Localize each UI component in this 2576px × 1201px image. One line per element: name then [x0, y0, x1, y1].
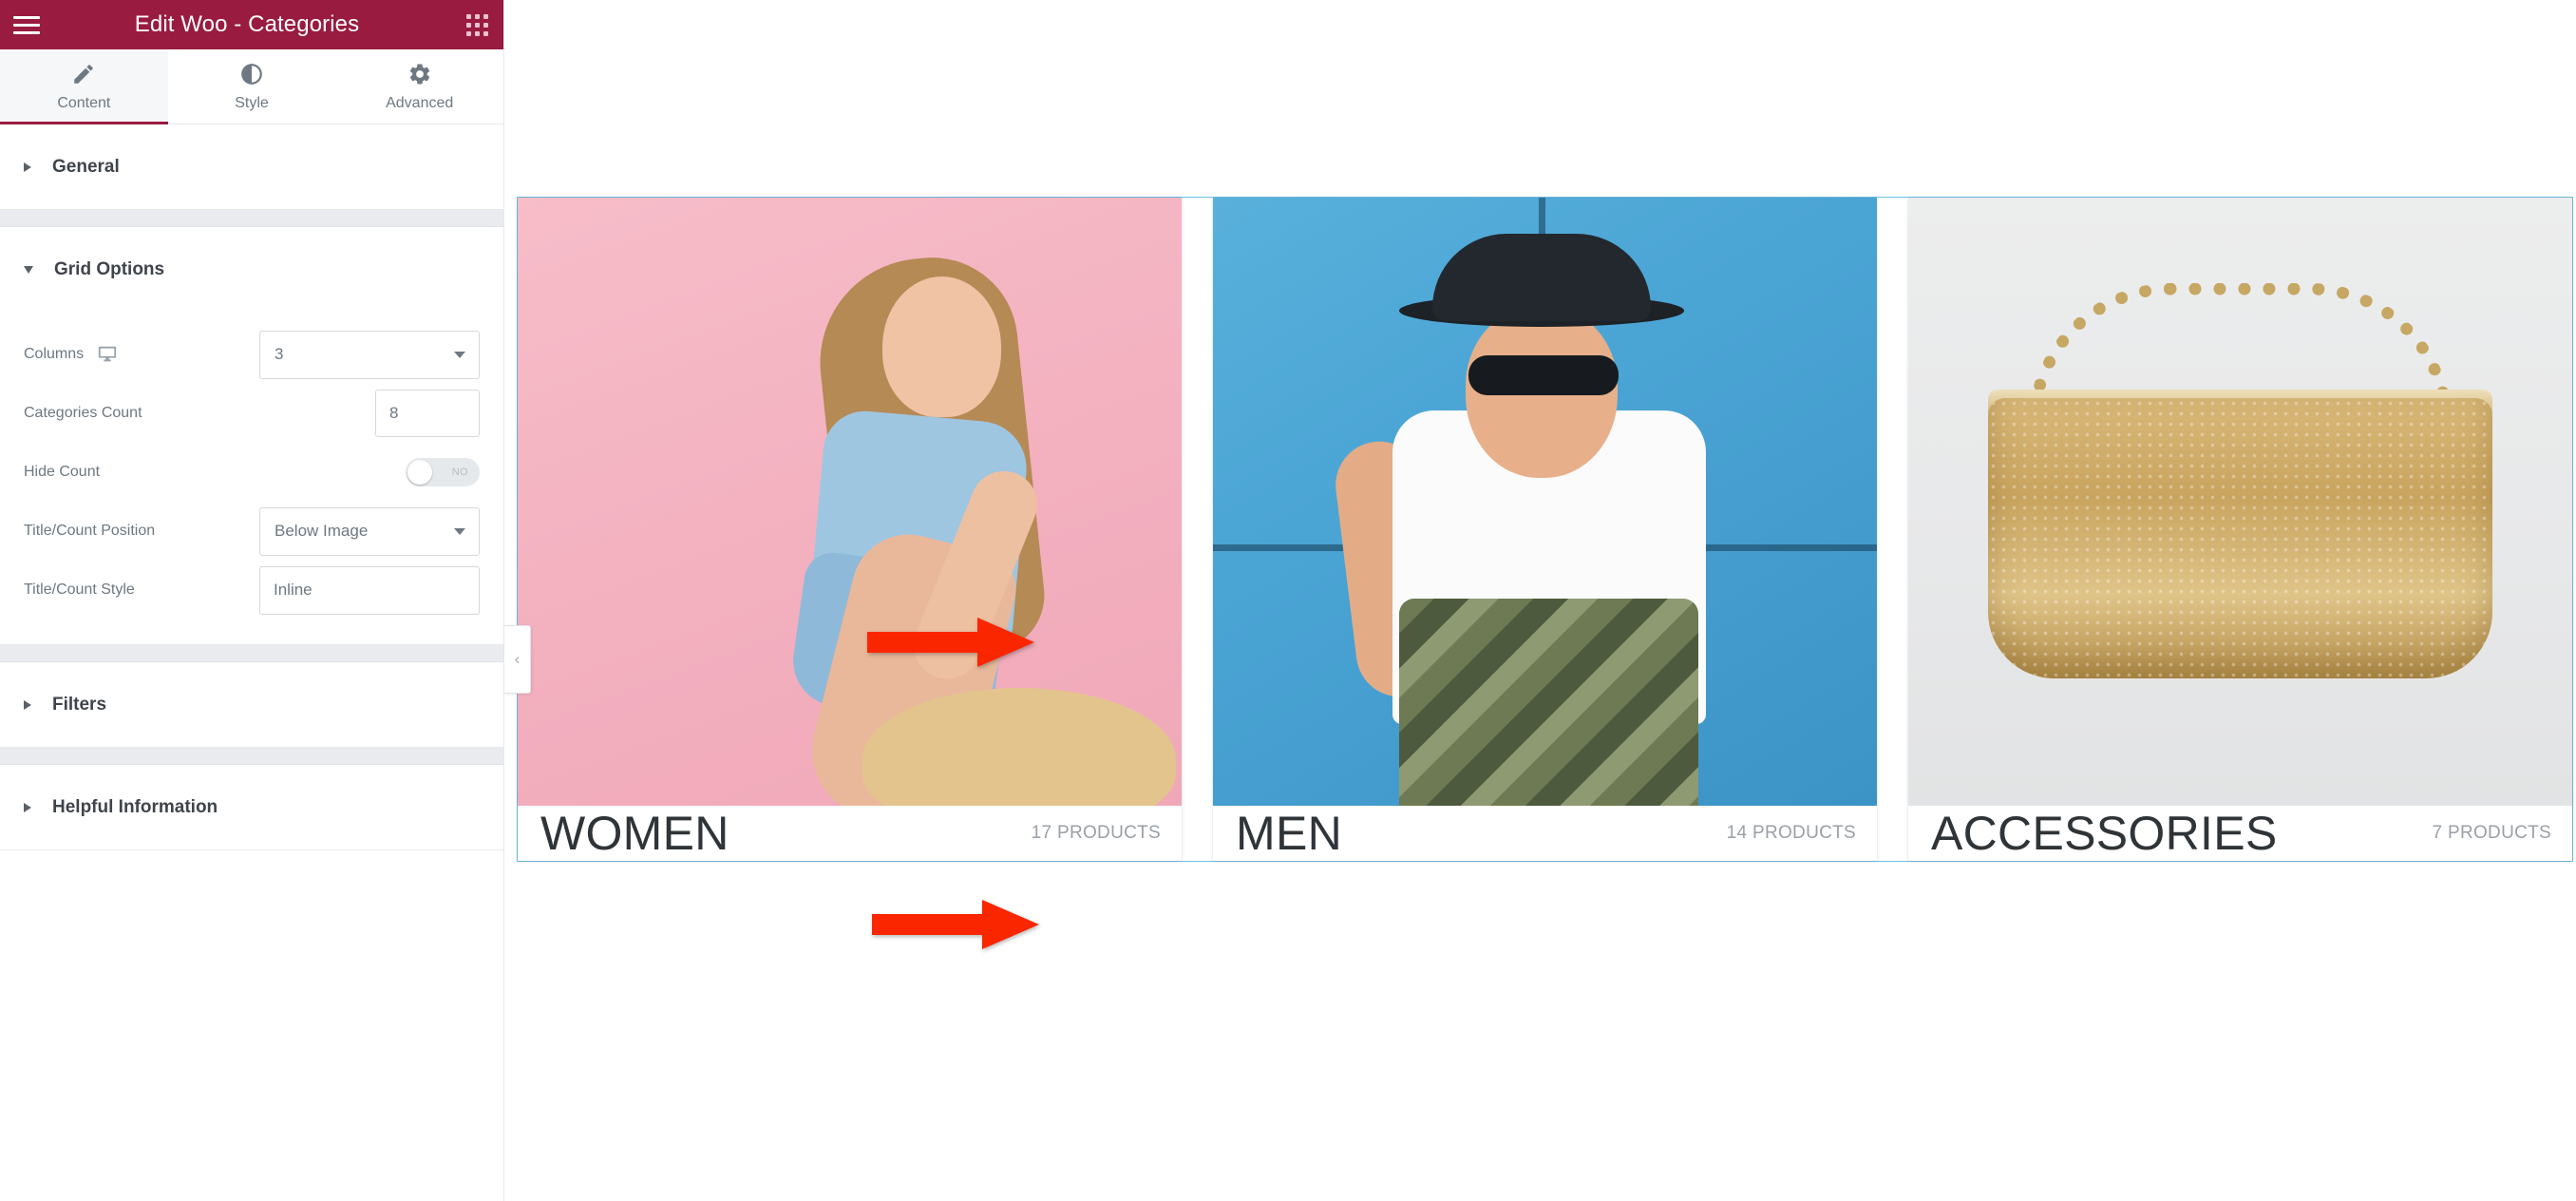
category-card-accessories[interactable]: ACCESSORIES 7 PRODUCTS: [1908, 198, 2572, 861]
category-card-women[interactable]: WOMEN 17 PRODUCTS: [518, 198, 1182, 861]
contrast-icon: [241, 63, 262, 85]
category-count: 7 PRODUCTS: [2432, 823, 2551, 843]
section-general: General: [0, 124, 503, 210]
grid-options-controls: Columns 3 Categories Count 8 Hide Count …: [0, 312, 503, 644]
hide-count-toggle[interactable]: NO: [406, 458, 480, 486]
section-divider: [0, 210, 503, 227]
tab-advanced-label: Advanced: [386, 94, 454, 111]
pencil-icon: [74, 64, 94, 84]
columns-select[interactable]: 3: [259, 330, 480, 379]
gear-icon: [409, 64, 429, 84]
editor-panel: Edit Woo - Categories Content Style Adva…: [0, 0, 531, 1201]
chevron-right-icon: [24, 802, 31, 812]
gold-mesh-handbag-image: [1908, 198, 2572, 806]
tab-content[interactable]: Content: [0, 49, 168, 124]
control-hide-count: Hide Count NO: [24, 443, 480, 502]
elementor-editor: Edit Woo - Categories Content Style Adva…: [0, 0, 2576, 1201]
category-title: ACCESSORIES: [1931, 807, 2278, 860]
control-categories-count-label-wrap: Categories Count: [24, 405, 242, 422]
woo-categories-widget[interactable]: WOMEN 17 PRODUCTS MEN 14 PRODUCTS ACCESS…: [517, 197, 2573, 862]
section-grid-options-title: Grid Options: [54, 258, 165, 279]
section-divider: [0, 645, 503, 662]
section-grid-options-header[interactable]: Grid Options: [0, 227, 503, 312]
chevron-right-icon: [24, 699, 31, 710]
categories-count-input[interactable]: [375, 390, 480, 437]
section-filters-title: Filters: [52, 694, 107, 715]
category-count: 14 PRODUCTS: [1726, 823, 1856, 843]
preview-canvas: WOMEN 17 PRODUCTS MEN 14 PRODUCTS ACCESS…: [504, 0, 2576, 1201]
category-meta-accessories: ACCESSORIES 7 PRODUCTS: [1908, 806, 2572, 861]
category-grid: WOMEN 17 PRODUCTS MEN 14 PRODUCTS ACCESS…: [518, 198, 2572, 861]
category-title: WOMEN: [540, 807, 729, 860]
category-count: 17 PRODUCTS: [1031, 823, 1161, 843]
section-filters-header[interactable]: Filters: [0, 662, 503, 747]
annotation-arrow-style-field: [867, 618, 1034, 667]
page-title: Edit Woo - Categories: [134, 11, 360, 37]
title-count-position-value: Below Image: [275, 522, 369, 540]
control-hide-count-value-wrap: NO: [406, 458, 480, 486]
annotation-arrow-women-title: [872, 900, 1039, 949]
tab-style[interactable]: Style: [167, 49, 336, 124]
section-divider: [0, 748, 503, 765]
section-helpful-information-header[interactable]: Helpful Information: [0, 765, 503, 849]
category-title: MEN: [1236, 807, 1343, 860]
tab-content-label: Content: [57, 94, 111, 111]
chevron-down-icon: [454, 352, 465, 358]
control-columns-value-wrap: 3: [259, 330, 480, 379]
control-title-count-position-label-wrap: Title/Count Position: [24, 523, 242, 540]
control-hide-count-label-wrap: Hide Count: [24, 464, 242, 481]
chevron-down-icon: [24, 265, 33, 274]
control-title-count-style-label-wrap: Title/Count Style: [24, 581, 242, 599]
title-count-position-select[interactable]: Below Image: [259, 506, 480, 556]
desktop-icon[interactable]: [97, 344, 118, 365]
hide-count-toggle-state: NO: [451, 467, 468, 478]
control-title-count-style: Title/Count Style: [24, 561, 480, 620]
category-meta-men: MEN 14 PRODUCTS: [1213, 806, 1877, 861]
control-categories-count-value-wrap: [375, 390, 480, 437]
section-general-title: General: [52, 156, 120, 177]
woman-in-pink-studio-image: [518, 198, 1182, 806]
section-filters: Filters: [0, 662, 503, 748]
panel-header: Edit Woo - Categories: [0, 0, 503, 49]
control-title-count-position-label: Title/Count Position: [24, 523, 156, 539]
toggle-knob: [407, 460, 432, 485]
apps-grid-icon[interactable]: [450, 0, 503, 49]
category-card-men[interactable]: MEN 14 PRODUCTS: [1213, 198, 1877, 861]
category-image-accessories: [1908, 198, 2572, 806]
tab-style-label: Style: [235, 94, 269, 111]
panel-tabs: Content Style Advanced: [0, 49, 504, 124]
control-title-count-style-label: Title/Count Style: [24, 581, 135, 598]
chevron-down-icon: [454, 528, 465, 535]
category-image-women: [518, 198, 1182, 806]
section-helpful-information: Helpful Information: [0, 765, 503, 850]
section-grid-options: Grid Options Columns 3 Categories Count …: [0, 227, 503, 645]
control-columns: Columns 3: [24, 325, 480, 384]
control-title-count-position: Title/Count Position Below Image: [24, 502, 480, 561]
control-categories-count-label: Categories Count: [24, 405, 142, 421]
control-categories-count: Categories Count: [24, 384, 480, 443]
panel-collapse-handle[interactable]: ‹: [504, 625, 531, 694]
man-in-blue-studio-image: [1213, 198, 1877, 806]
columns-select-value: 3: [275, 345, 284, 363]
control-hide-count-label: Hide Count: [24, 464, 101, 480]
section-helpful-information-title: Helpful Information: [52, 796, 218, 817]
control-columns-label: Columns: [24, 346, 85, 362]
title-count-style-input[interactable]: [259, 565, 480, 615]
control-title-count-style-value-wrap: [259, 565, 480, 615]
hamburger-icon[interactable]: [0, 0, 53, 49]
category-image-men: [1213, 198, 1877, 806]
category-meta-women: WOMEN 17 PRODUCTS: [518, 806, 1182, 861]
section-general-header[interactable]: General: [0, 124, 503, 209]
tab-advanced[interactable]: Advanced: [335, 49, 504, 124]
chevron-right-icon: [24, 162, 31, 172]
control-title-count-position-value-wrap: Below Image: [259, 506, 480, 556]
control-columns-label-wrap: Columns: [24, 344, 242, 365]
